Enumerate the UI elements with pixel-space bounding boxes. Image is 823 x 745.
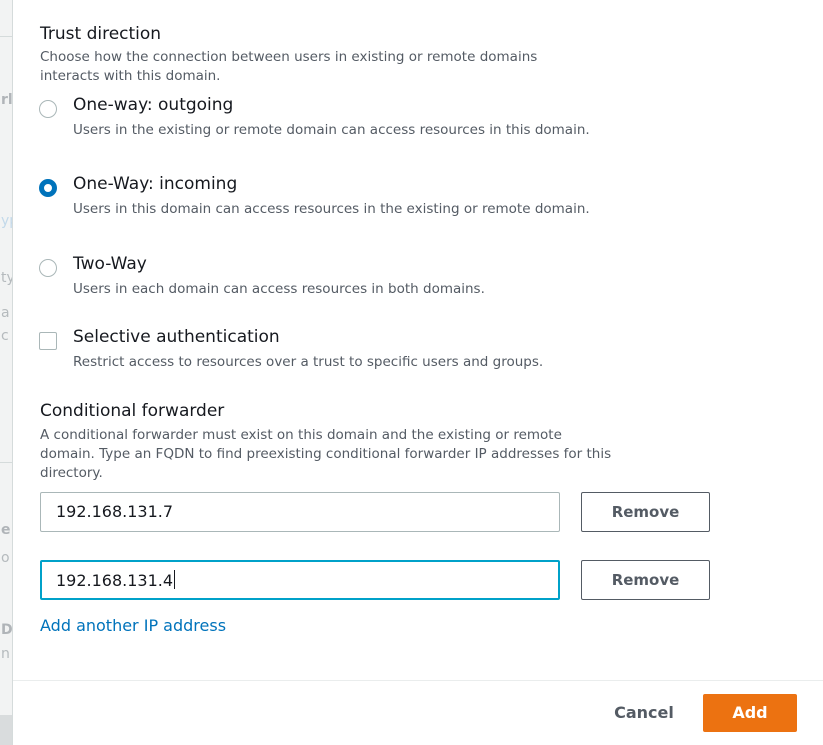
remove-ip-button[interactable]: Remove [581,560,710,600]
radio-option-label: Two-Way [73,254,147,274]
background-text-fragment: o [1,550,10,566]
radio-option-description: Users in the existing or remote domain c… [73,122,590,138]
radio-option-description: Users in each domain can access resource… [73,281,485,297]
background-text-fragment: a [1,305,10,321]
ip-address-value-with-caret: 192.168.131.4 [56,570,176,590]
background-text-fragment: c [1,328,9,344]
radio-button[interactable] [39,100,57,118]
add-another-ip-link[interactable]: Add another IP address [40,616,226,635]
background-text-fragment: rl [1,92,13,108]
cancel-button[interactable]: Cancel [601,694,687,732]
background-text-fragment: D [1,622,13,638]
conditional-forwarder-description: A conditional forwarder must exist on th… [40,427,612,481]
ip-address-input[interactable]: 192.168.131.7 [40,492,560,532]
text-caret [174,570,176,589]
radio-option-label: One-Way: incoming [73,174,238,194]
radio-button[interactable] [39,259,57,277]
add-button[interactable]: Add [703,694,797,732]
radio-option-description: Users in this domain can access resource… [73,201,590,217]
trust-direction-description: Choose how the connection between users … [40,49,538,84]
selective-authentication-checkbox[interactable] [39,332,57,350]
ip-address-value: 192.168.131.7 [56,502,174,521]
selective-authentication-description: Restrict access to resources over a trus… [73,354,544,370]
selective-authentication-label: Selective authentication [73,327,280,347]
add-trust-dialog: Trust direction Choose how the connectio… [12,0,823,745]
radio-button-selected[interactable] [39,179,57,197]
ip-address-input-focused[interactable]: 192.168.131.4 [40,560,560,600]
background-text-fragment: e [1,522,11,538]
ip-address-value: 192.168.131.4 [56,571,174,590]
footer-divider [13,680,823,681]
trust-direction-title: Trust direction [40,24,162,44]
background-text-fragment: n [1,646,10,662]
remove-ip-button[interactable]: Remove [581,492,710,532]
radio-option-label: One-way: outgoing [73,95,234,115]
conditional-forwarder-title: Conditional forwarder [40,401,225,421]
